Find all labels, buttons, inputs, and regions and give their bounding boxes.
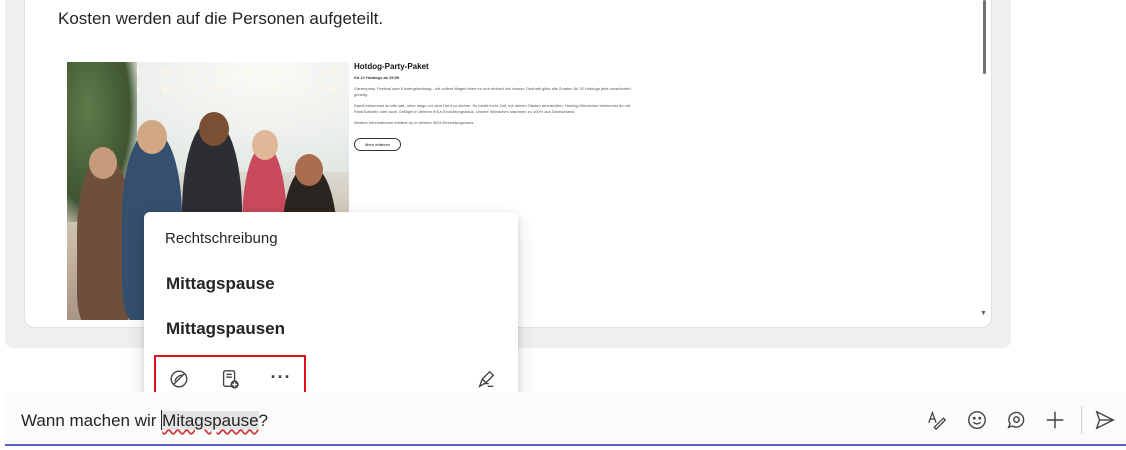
compose-text-after: ? [258, 411, 269, 430]
ad-paragraph: Damit bekommst du alle satt, ohne lange … [354, 103, 630, 114]
spelling-suggestions-popup: Rechtschreibung Mittagspause Mittagspaus… [144, 212, 518, 406]
scrollbar-thumb[interactable] [983, 0, 986, 74]
ad-title: Hotdog-Party-Paket [354, 62, 429, 71]
add-icon[interactable] [1043, 408, 1067, 432]
message-text: Kosten werden auf die Personen aufgeteil… [58, 9, 384, 28]
compose-input[interactable]: Wann machen wir Mitagspause? [21, 410, 268, 431]
loop-icon[interactable] [1004, 408, 1028, 432]
scroll-down-arrow-icon[interactable]: ▼ [980, 310, 987, 317]
ad-subtitle: für 12 Hotdogs ab 29,99 [354, 75, 400, 80]
compose-box[interactable]: Wann machen wir Mitagspause? [5, 392, 1126, 446]
ad-more-button[interactable]: Mehr erfahren [354, 137, 402, 151]
format-icon[interactable] [925, 408, 949, 432]
toolbar-divider [1081, 406, 1082, 434]
ad-paragraph: Gartenparty, Festival oder Kindergeburts… [354, 86, 631, 97]
more-options-icon[interactable]: ··· [268, 366, 294, 392]
emoji-icon[interactable] [965, 408, 989, 432]
compose-text-before: Wann machen wir [21, 411, 162, 430]
suggestion-item[interactable]: Mittagspausen [166, 319, 285, 339]
add-to-dictionary-icon[interactable] [217, 366, 243, 392]
ignore-icon[interactable] [166, 366, 192, 392]
send-icon[interactable] [1093, 408, 1117, 432]
ad-preview-text: Hotdog-Party-Paket für 12 Hotdogs ab 29,… [354, 62, 644, 151]
editor-pen-icon[interactable] [473, 366, 499, 392]
popup-heading: Rechtschreibung [165, 230, 278, 247]
suggestion-item[interactable]: Mittagspause [166, 274, 275, 294]
misspelled-word[interactable]: Mitagspause [162, 411, 259, 430]
ad-paragraph: Weitere Informationen erhältst du in dei… [354, 120, 475, 125]
